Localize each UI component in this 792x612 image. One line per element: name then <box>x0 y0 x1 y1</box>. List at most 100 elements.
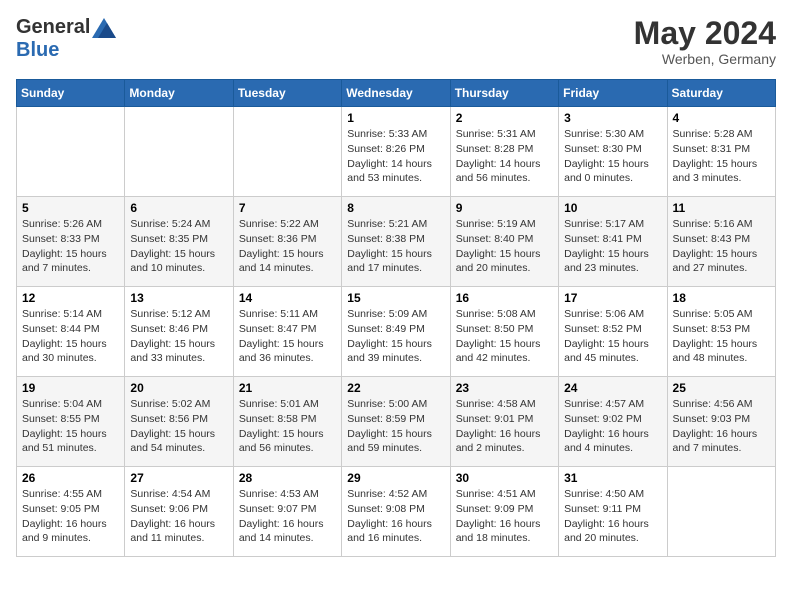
day-info: Sunrise: 5:05 AM Sunset: 8:53 PM Dayligh… <box>673 307 770 366</box>
weekday-header-sunday: Sunday <box>17 80 125 107</box>
day-number: 3 <box>564 111 661 125</box>
calendar-cell: 10 Sunrise: 5:17 AM Sunset: 8:41 PM Dayli… <box>559 197 667 287</box>
week-row-3: 12 Sunrise: 5:14 AM Sunset: 8:44 PM Dayli… <box>17 287 776 377</box>
day-number: 23 <box>456 381 553 395</box>
weekday-header-wednesday: Wednesday <box>342 80 450 107</box>
day-number: 11 <box>673 201 770 215</box>
logo: General Blue <box>16 16 116 62</box>
calendar-cell: 17 Sunrise: 5:06 AM Sunset: 8:52 PM Dayli… <box>559 287 667 377</box>
day-info: Sunrise: 4:56 AM Sunset: 9:03 PM Dayligh… <box>673 397 770 456</box>
day-number: 16 <box>456 291 553 305</box>
day-number: 15 <box>347 291 444 305</box>
calendar-cell: 30Sunrise: 4:51 AM Sunset: 9:09 PM Dayli… <box>450 467 558 557</box>
calendar-cell <box>125 107 233 197</box>
day-number: 17 <box>564 291 661 305</box>
day-info: Sunrise: 5:21 AM Sunset: 8:38 PM Dayligh… <box>347 217 444 276</box>
day-number: 29 <box>347 471 444 485</box>
location: Werben, Germany <box>634 51 776 67</box>
day-number: 13 <box>130 291 227 305</box>
calendar-cell: 14Sunrise: 5:11 AM Sunset: 8:47 PM Dayli… <box>233 287 341 377</box>
weekday-header-friday: Friday <box>559 80 667 107</box>
calendar-cell: 19 Sunrise: 5:04 AM Sunset: 8:55 PM Dayli… <box>17 377 125 467</box>
day-number: 22 <box>347 381 444 395</box>
calendar-cell: 3 Sunrise: 5:30 AM Sunset: 8:30 PM Daylig… <box>559 107 667 197</box>
logo-blue: Blue <box>16 39 59 62</box>
day-number: 6 <box>130 201 227 215</box>
calendar-cell: 1Sunrise: 5:33 AM Sunset: 8:26 PM Daylig… <box>342 107 450 197</box>
title-block: May 2024 Werben, Germany <box>634 16 776 67</box>
calendar-cell: 28 Sunrise: 4:53 AM Sunset: 9:07 PM Dayli… <box>233 467 341 557</box>
calendar-cell: 21 Sunrise: 5:01 AM Sunset: 8:58 PM Dayli… <box>233 377 341 467</box>
weekday-header-thursday: Thursday <box>450 80 558 107</box>
month-year: May 2024 <box>634 16 776 51</box>
day-info: Sunrise: 5:31 AM Sunset: 8:28 PM Dayligh… <box>456 127 553 186</box>
calendar-cell: 13 Sunrise: 5:12 AM Sunset: 8:46 PM Dayli… <box>125 287 233 377</box>
day-number: 4 <box>673 111 770 125</box>
calendar-cell: 11 Sunrise: 5:16 AM Sunset: 8:43 PM Dayli… <box>667 197 775 287</box>
day-info: Sunrise: 4:53 AM Sunset: 9:07 PM Dayligh… <box>239 487 336 546</box>
day-number: 24 <box>564 381 661 395</box>
calendar-cell: 31 Sunrise: 4:50 AM Sunset: 9:11 PM Dayli… <box>559 467 667 557</box>
calendar-cell: 5Sunrise: 5:26 AM Sunset: 8:33 PM Daylig… <box>17 197 125 287</box>
day-info: Sunrise: 5:01 AM Sunset: 8:58 PM Dayligh… <box>239 397 336 456</box>
day-number: 31 <box>564 471 661 485</box>
day-info: Sunrise: 5:30 AM Sunset: 8:30 PM Dayligh… <box>564 127 661 186</box>
calendar-cell: 22 Sunrise: 5:00 AM Sunset: 8:59 PM Dayli… <box>342 377 450 467</box>
calendar-cell: 7Sunrise: 5:22 AM Sunset: 8:36 PM Daylig… <box>233 197 341 287</box>
day-info: Sunrise: 5:19 AM Sunset: 8:40 PM Dayligh… <box>456 217 553 276</box>
day-number: 9 <box>456 201 553 215</box>
day-info: Sunrise: 5:08 AM Sunset: 8:50 PM Dayligh… <box>456 307 553 366</box>
day-info: Sunrise: 5:04 AM Sunset: 8:55 PM Dayligh… <box>22 397 119 456</box>
logo-general: General <box>16 16 90 39</box>
day-number: 28 <box>239 471 336 485</box>
day-info: Sunrise: 5:26 AM Sunset: 8:33 PM Dayligh… <box>22 217 119 276</box>
day-number: 2 <box>456 111 553 125</box>
calendar-cell <box>233 107 341 197</box>
calendar-cell: 15 Sunrise: 5:09 AM Sunset: 8:49 PM Dayli… <box>342 287 450 377</box>
day-info: Sunrise: 5:00 AM Sunset: 8:59 PM Dayligh… <box>347 397 444 456</box>
day-info: Sunrise: 4:51 AM Sunset: 9:09 PM Dayligh… <box>456 487 553 546</box>
calendar-cell: 24Sunrise: 4:57 AM Sunset: 9:02 PM Dayli… <box>559 377 667 467</box>
calendar-cell <box>667 467 775 557</box>
day-number: 26 <box>22 471 119 485</box>
calendar-cell: 6Sunrise: 5:24 AM Sunset: 8:35 PM Daylig… <box>125 197 233 287</box>
logo-icon <box>92 18 116 38</box>
calendar-cell: 18 Sunrise: 5:05 AM Sunset: 8:53 PM Dayli… <box>667 287 775 377</box>
day-number: 1 <box>347 111 444 125</box>
day-number: 27 <box>130 471 227 485</box>
calendar-cell: 29Sunrise: 4:52 AM Sunset: 9:08 PM Dayli… <box>342 467 450 557</box>
day-number: 12 <box>22 291 119 305</box>
day-number: 18 <box>673 291 770 305</box>
week-row-2: 5Sunrise: 5:26 AM Sunset: 8:33 PM Daylig… <box>17 197 776 287</box>
calendar-cell: 20Sunrise: 5:02 AM Sunset: 8:56 PM Dayli… <box>125 377 233 467</box>
page-header: General Blue May 2024 Werben, Germany <box>16 16 776 67</box>
day-info: Sunrise: 5:14 AM Sunset: 8:44 PM Dayligh… <box>22 307 119 366</box>
calendar-cell: 12 Sunrise: 5:14 AM Sunset: 8:44 PM Dayli… <box>17 287 125 377</box>
day-info: Sunrise: 5:28 AM Sunset: 8:31 PM Dayligh… <box>673 127 770 186</box>
calendar-cell: 25 Sunrise: 4:56 AM Sunset: 9:03 PM Dayli… <box>667 377 775 467</box>
day-info: Sunrise: 5:16 AM Sunset: 8:43 PM Dayligh… <box>673 217 770 276</box>
calendar: SundayMondayTuesdayWednesdayThursdayFrid… <box>16 79 776 557</box>
calendar-cell: 8Sunrise: 5:21 AM Sunset: 8:38 PM Daylig… <box>342 197 450 287</box>
calendar-cell: 23Sunrise: 4:58 AM Sunset: 9:01 PM Dayli… <box>450 377 558 467</box>
week-row-1: 1Sunrise: 5:33 AM Sunset: 8:26 PM Daylig… <box>17 107 776 197</box>
calendar-cell: 16 Sunrise: 5:08 AM Sunset: 8:50 PM Dayli… <box>450 287 558 377</box>
week-row-5: 26Sunrise: 4:55 AM Sunset: 9:05 PM Dayli… <box>17 467 776 557</box>
weekday-header-tuesday: Tuesday <box>233 80 341 107</box>
day-info: Sunrise: 5:17 AM Sunset: 8:41 PM Dayligh… <box>564 217 661 276</box>
day-info: Sunrise: 5:06 AM Sunset: 8:52 PM Dayligh… <box>564 307 661 366</box>
calendar-cell: 2 Sunrise: 5:31 AM Sunset: 8:28 PM Daylig… <box>450 107 558 197</box>
day-number: 19 <box>22 381 119 395</box>
day-info: Sunrise: 5:09 AM Sunset: 8:49 PM Dayligh… <box>347 307 444 366</box>
day-info: Sunrise: 4:50 AM Sunset: 9:11 PM Dayligh… <box>564 487 661 546</box>
day-number: 10 <box>564 201 661 215</box>
day-info: Sunrise: 5:02 AM Sunset: 8:56 PM Dayligh… <box>130 397 227 456</box>
calendar-cell: 27Sunrise: 4:54 AM Sunset: 9:06 PM Dayli… <box>125 467 233 557</box>
calendar-cell: 9 Sunrise: 5:19 AM Sunset: 8:40 PM Daylig… <box>450 197 558 287</box>
week-row-4: 19 Sunrise: 5:04 AM Sunset: 8:55 PM Dayli… <box>17 377 776 467</box>
day-number: 25 <box>673 381 770 395</box>
day-number: 14 <box>239 291 336 305</box>
day-info: Sunrise: 5:12 AM Sunset: 8:46 PM Dayligh… <box>130 307 227 366</box>
day-info: Sunrise: 5:22 AM Sunset: 8:36 PM Dayligh… <box>239 217 336 276</box>
day-number: 21 <box>239 381 336 395</box>
